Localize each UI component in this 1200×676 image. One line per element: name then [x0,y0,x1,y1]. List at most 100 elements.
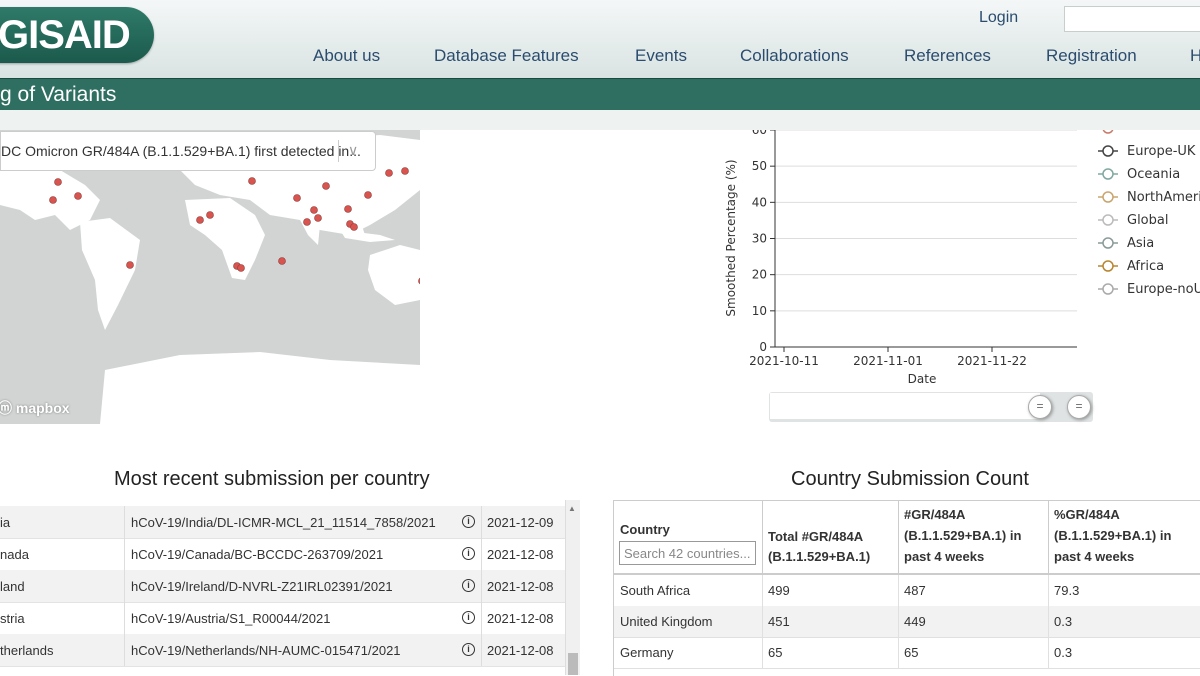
cell-virus-name: hCoV-19/Netherlands/NH-AUMC-015471/2021 i [124,634,482,666]
slider-handle-right[interactable]: = [1067,395,1091,419]
map-dot [49,196,57,204]
cell-pct: 0.3 [1048,637,1200,668]
x-tick-label: 2021-11-01 [853,354,923,368]
legend-item[interactable]: Europe-UK [1098,144,1196,159]
map-dot [278,257,286,265]
info-icon[interactable]: i [462,611,475,624]
nav-events[interactable]: Events [635,46,687,66]
map-dot [206,211,214,219]
legend-item[interactable]: Europe-noU [1098,282,1200,297]
submission-date: 2021-12-08 [487,579,554,594]
nav-references[interactable]: References [904,46,991,66]
table-row[interactable]: South Africa 499 487 79.3 [614,575,1200,607]
info-icon[interactable]: i [462,547,475,560]
slider-range [770,393,1040,419]
legend-item[interactable]: NorthAmeri [1098,190,1200,205]
col-country-label: Country [620,522,670,537]
legend-label: Global [1127,213,1168,228]
map-dot [364,191,372,199]
col-pct-label-1: %GR/484A [1054,507,1120,522]
legend-item[interactable]: Global [1098,213,1168,228]
total-value: 499 [768,583,790,598]
table-row[interactable]: therlands hCoV-19/Netherlands/NH-AUMC-015… [0,634,565,667]
col-past-label-2: (B.1.1.529+BA.1) in [904,528,1022,543]
date-range-slider[interactable]: = = [769,392,1093,422]
scroll-thumb[interactable] [568,653,578,675]
x-tick-label: 2021-10-11 [749,354,819,368]
cell-date: 2021-12-08 [481,538,565,570]
legend-swatch-marker [1102,168,1114,180]
table-row[interactable]: Germany 65 65 0.3 [614,637,1200,669]
table-row[interactable]: stria hCoV-19/Austria/S1_R00044/2021 i 2021… [0,602,565,635]
variant-select[interactable]: DC Omicron GR/484A (B.1.1.529+BA.1) firs… [0,131,376,171]
cell-virus-name: hCoV-19/India/DL-ICMR-MCL_21_11514_7858/… [124,506,482,538]
submission-date: 2021-12-08 [487,643,554,658]
map-dot [303,218,311,226]
col-pct[interactable]: %GR/484A (B.1.1.529+BA.1) in past 4 week… [1048,501,1200,573]
legend-item[interactable]: Africa [1098,259,1164,274]
login-link[interactable]: Login [979,9,1018,27]
info-icon[interactable]: i [462,643,475,656]
col-past[interactable]: #GR/484A (B.1.1.529+BA.1) in past 4 week… [898,501,1049,573]
legend-item[interactable]: Asia [1098,236,1154,251]
info-icon[interactable]: i [462,515,475,528]
legend-label: Europe-noU [1127,282,1200,297]
legend-label: Africa [1127,259,1164,274]
map-dot [344,205,352,213]
landmasses [0,135,420,424]
nav-registration[interactable]: Registration [1046,46,1137,66]
table-row[interactable]: nada hCoV-19/Canada/BC-BCCDC-263709/2021 i… [0,538,565,571]
cell-total: 451 [762,606,899,637]
scroll-up-icon[interactable]: ▲ [568,504,576,513]
col-pct-label-2: (B.1.1.529+BA.1) in [1054,528,1172,543]
submission-date: 2021-12-08 [487,611,554,626]
site-header: GISAID Login About us Database Features … [0,0,1200,78]
col-total[interactable]: Total #GR/484A (B.1.1.529+BA.1) [762,501,899,573]
slider-handle-left[interactable]: = [1028,395,1052,419]
total-value: 65 [768,645,783,660]
map-dot [54,178,62,186]
table-row[interactable]: United Kingdom 451 449 0.3 [614,606,1200,638]
nav-help[interactable]: H [1190,46,1200,66]
cell-past: 65 [898,637,1049,668]
col-country[interactable]: Country [614,501,763,573]
map-dot [293,194,301,202]
cell-country: ia [0,506,125,538]
map-dot [385,169,393,177]
cell-country: Germany [614,637,763,668]
table-row[interactable]: land hCoV-19/Ireland/D-NVRL-Z21IRL02391/2… [0,570,565,603]
legend-label: Europe-UK [1127,144,1196,159]
page-banner: g of Variants [0,78,1200,111]
virus-name: hCoV-19/Austria/S1_R00044/2021 [131,611,331,626]
col-total-label-2: (B.1.1.529+BA.1) [768,549,871,564]
table-scrollbar[interactable]: ▲ [565,500,580,675]
nav-database-features[interactable]: Database Features [434,46,579,66]
country-name: therlands [0,643,54,658]
nav-about-us[interactable]: About us [313,46,380,66]
info-icon[interactable]: i [462,579,475,592]
map-canvas [0,135,420,424]
table-row[interactable]: ia hCoV-19/India/DL-ICMR-MCL_21_11514_785… [0,506,565,539]
login-input[interactable] [1064,6,1200,32]
cell-date: 2021-12-09 [481,506,565,538]
chevron-down-icon[interactable]: ∨ [348,142,358,159]
x-tick-label: 2021-11-22 [957,354,1027,368]
legend-swatch-marker [1102,191,1114,203]
cell-past: 449 [898,606,1049,637]
nav-collaborations[interactable]: Collaborations [740,46,849,66]
virus-name: hCoV-19/Ireland/D-NVRL-Z21IRL02391/2021 [131,579,393,594]
legend-item[interactable]: Oceania [1098,167,1180,182]
submission-date: 2021-12-09 [487,515,554,530]
world-map[interactable] [0,130,420,424]
map-dot [74,192,82,200]
mapbox-attribution[interactable]: ⓜ mapbox [0,398,70,418]
cell-virus-name: hCoV-19/Austria/S1_R00044/2021 i [124,602,482,634]
past-value: 487 [904,583,926,598]
legend-item[interactable] [1098,130,1118,134]
cell-total: 65 [762,637,899,668]
cell-country: nada [0,538,125,570]
legend-swatch-marker [1102,237,1114,249]
pct-value: 0.3 [1054,645,1073,660]
y-tick-label: 40 [752,195,767,209]
country-search-input[interactable] [619,541,756,565]
